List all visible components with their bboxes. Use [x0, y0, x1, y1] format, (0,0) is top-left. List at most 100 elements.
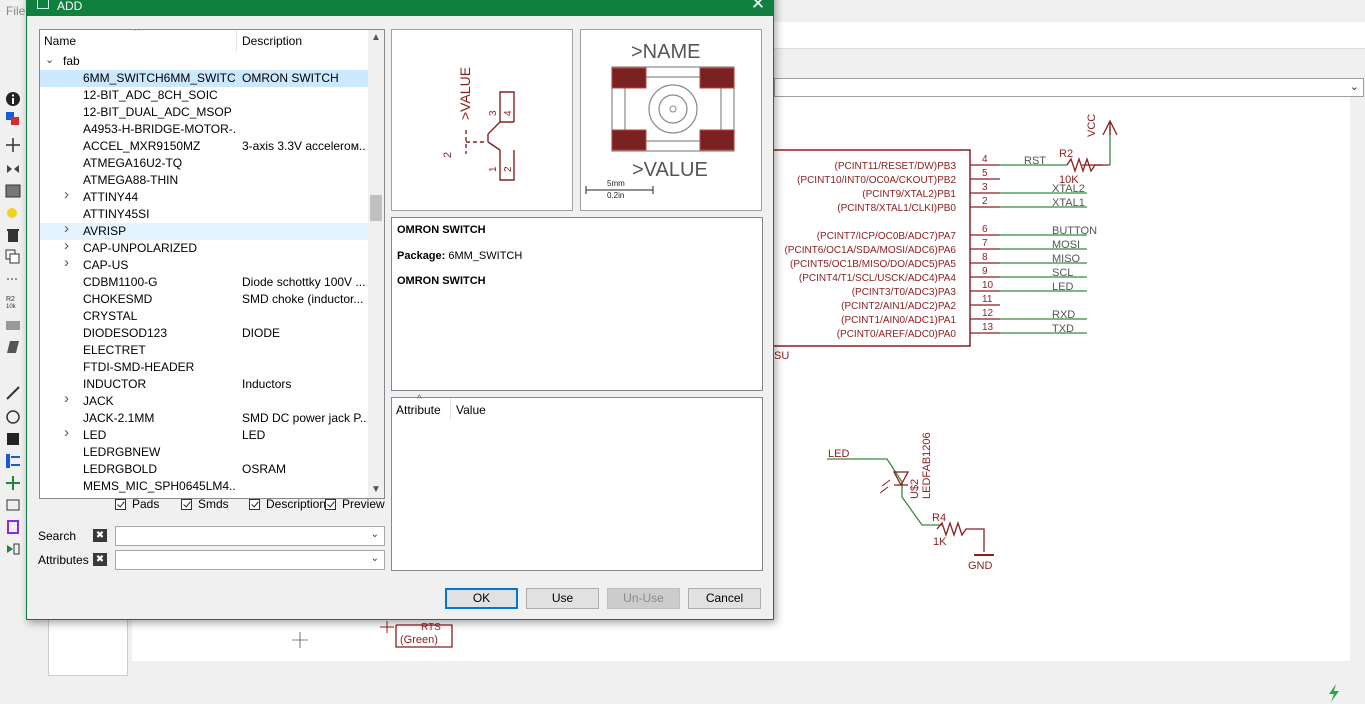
column-header-attribute[interactable]: Attribute — [396, 403, 441, 417]
tree-row[interactable]: › AVRISP — [40, 220, 368, 240]
column-header-value[interactable]: Value — [456, 403, 486, 417]
pin-name: (PCINT9/XTAL2)PB1 — [862, 189, 956, 200]
tree-row[interactable]: CHOKESMD SMD choke (inductor... — [40, 291, 368, 308]
canvas-horizontal-scrollbar[interactable] — [132, 662, 1350, 678]
column-header-description[interactable]: Description — [242, 34, 302, 48]
layers-icon[interactable] — [4, 110, 22, 128]
scroll-up-icon[interactable]: ▲ — [371, 32, 381, 43]
tree-row[interactable]: › ATTINY44 — [40, 186, 368, 206]
tree-row[interactable]: 12-BIT_DUAL_ADC_MSOP — [40, 104, 368, 121]
tree-row[interactable]: ATTINY45SI — [40, 206, 368, 223]
chevron-right-icon[interactable]: › — [64, 237, 69, 254]
tree-row[interactable]: ATMEGA88-THIN — [40, 172, 368, 189]
attributes-table[interactable]: Attribute ^ Value — [391, 394, 763, 571]
chevron-right-icon[interactable]: › — [64, 254, 69, 271]
rect-icon[interactable] — [4, 430, 22, 448]
unuse-button[interactable]: Un-Use — [607, 588, 680, 609]
canvas-vertical-scrollbar[interactable] — [1350, 97, 1365, 662]
green-label: (Green) — [400, 634, 438, 646]
copy-icon[interactable] — [4, 248, 22, 266]
pin-number: 8 — [982, 252, 988, 263]
use-button[interactable]: Use — [526, 588, 599, 609]
header-divider[interactable] — [450, 398, 451, 420]
tree-row[interactable]: ATMEGA16U2-TQ — [40, 155, 368, 172]
tree-row[interactable]: › CAP-UNPOLARIZED — [40, 237, 368, 257]
checkbox-description[interactable]: Description — [249, 496, 326, 512]
header-divider[interactable] — [236, 30, 237, 52]
value-icon[interactable]: R2 10k — [4, 292, 22, 310]
chevron-down-icon[interactable]: ⌄ — [45, 53, 54, 66]
checkbox-box[interactable] — [249, 498, 260, 510]
svg-text:1: 1 — [488, 166, 499, 172]
checkbox-box[interactable] — [115, 498, 126, 510]
checkbox-smds[interactable]: Smds — [181, 496, 229, 512]
tree-root-fab[interactable]: ⌄ fab — [40, 53, 368, 70]
clear-search-icon[interactable]: ✖ — [93, 529, 107, 542]
tree-row[interactable]: CDBM1100-G Diode schottky 100V ... — [40, 274, 368, 291]
label-icon[interactable] — [4, 496, 22, 514]
ok-button[interactable]: OK — [445, 588, 518, 609]
dialog-title: ADD — [57, 0, 83, 13]
checkbox-preview[interactable]: Preview — [325, 496, 385, 512]
chevron-right-icon[interactable]: › — [64, 186, 69, 203]
mirror-icon[interactable] — [4, 160, 22, 178]
highlight-icon[interactable] — [4, 204, 22, 222]
tree-row[interactable]: A4953-H-BRIDGE-MOTOR-... — [40, 121, 368, 138]
move-icon[interactable] — [4, 136, 22, 154]
tree-row[interactable]: 6MM_SWITCH6MM_SWITCH OMRON SWITCH — [40, 70, 368, 87]
erc-icon[interactable] — [4, 540, 22, 558]
checkbox-box[interactable] — [325, 498, 336, 510]
tree-row[interactable]: DIODESOD123 DIODE — [40, 325, 368, 342]
tree-row[interactable]: INDUCTOR Inductors — [40, 376, 368, 393]
chevron-down-icon[interactable]: ⌄ — [1350, 80, 1359, 93]
chevron-down-icon[interactable]: ⌄ — [371, 529, 379, 540]
tree-row[interactable]: FTDI-SMD-HEADER — [40, 359, 368, 376]
library-tree[interactable]: Name ^ Description ⌄ fab 6MM_SWITCH6MM_S… — [39, 29, 385, 499]
dialog-titlebar[interactable]: ADD ✕ — [27, 0, 773, 16]
chevron-right-icon[interactable]: › — [64, 390, 69, 407]
scroll-down-icon[interactable]: ▼ — [371, 484, 381, 495]
lightning-icon[interactable] — [1326, 684, 1342, 702]
command-line-combo[interactable]: ⌄ — [774, 78, 1364, 97]
delete-icon[interactable] — [4, 226, 22, 244]
tree-row[interactable]: › JACK — [40, 390, 368, 410]
tree-row[interactable]: JACK-2.1MM SMD DC power jack P... — [40, 410, 368, 427]
group-icon[interactable] — [4, 182, 22, 200]
column-header-name[interactable]: Name — [44, 34, 76, 48]
junction-icon[interactable] — [4, 518, 22, 536]
tree-row[interactable]: CRYSTAL — [40, 308, 368, 325]
tree-row[interactable]: 12-BIT_ADC_8CH_SOIC — [40, 87, 368, 104]
net-icon[interactable] — [4, 474, 22, 492]
change-icon[interactable] — [4, 338, 22, 356]
app-icon — [37, 0, 49, 9]
circle-icon[interactable] — [4, 408, 22, 426]
scroll-thumb[interactable] — [370, 195, 382, 221]
cancel-button[interactable]: Cancel — [688, 588, 761, 609]
menu-file[interactable]: File — [6, 4, 25, 18]
tree-row[interactable]: ELECTRET — [40, 342, 368, 359]
chevron-down-icon[interactable]: ⌄ — [371, 553, 379, 564]
attributes-input[interactable]: ⌄ — [115, 550, 385, 570]
u2-name: U$2 — [909, 479, 921, 499]
line-icon[interactable] — [4, 384, 22, 402]
bus-icon[interactable] — [4, 452, 22, 470]
info-icon[interactable] — [4, 90, 22, 108]
tree-row[interactable]: LEDRGBNEW — [40, 444, 368, 461]
search-input[interactable]: ⌄ — [115, 526, 385, 546]
package-name-text: >NAME — [631, 41, 700, 63]
tree-scrollbar[interactable]: ▲ ▼ — [368, 30, 384, 498]
chevron-right-icon[interactable]: › — [64, 424, 69, 441]
tree-row[interactable]: › LED LED — [40, 424, 368, 444]
tree-row-name: LED — [83, 428, 107, 442]
tree-row[interactable]: › CAP-US — [40, 254, 368, 274]
tree-row[interactable]: ACCEL_MXR9150MZ 3-axis 3.3V acceleroм... — [40, 138, 368, 155]
smash-icon[interactable] — [4, 316, 22, 334]
close-button[interactable]: ✕ — [743, 0, 773, 15]
clear-attributes-icon[interactable]: ✖ — [93, 553, 107, 566]
tree-row[interactable]: MEMS_MIC_SPH0645LM4... — [40, 478, 368, 495]
checkbox-box[interactable] — [181, 498, 192, 510]
chevron-right-icon[interactable]: › — [64, 220, 69, 237]
tree-row[interactable]: LEDRGBOLD OSRAM — [40, 461, 368, 478]
checkbox-pads[interactable]: Pads — [115, 496, 159, 512]
split-icon[interactable] — [4, 270, 22, 288]
